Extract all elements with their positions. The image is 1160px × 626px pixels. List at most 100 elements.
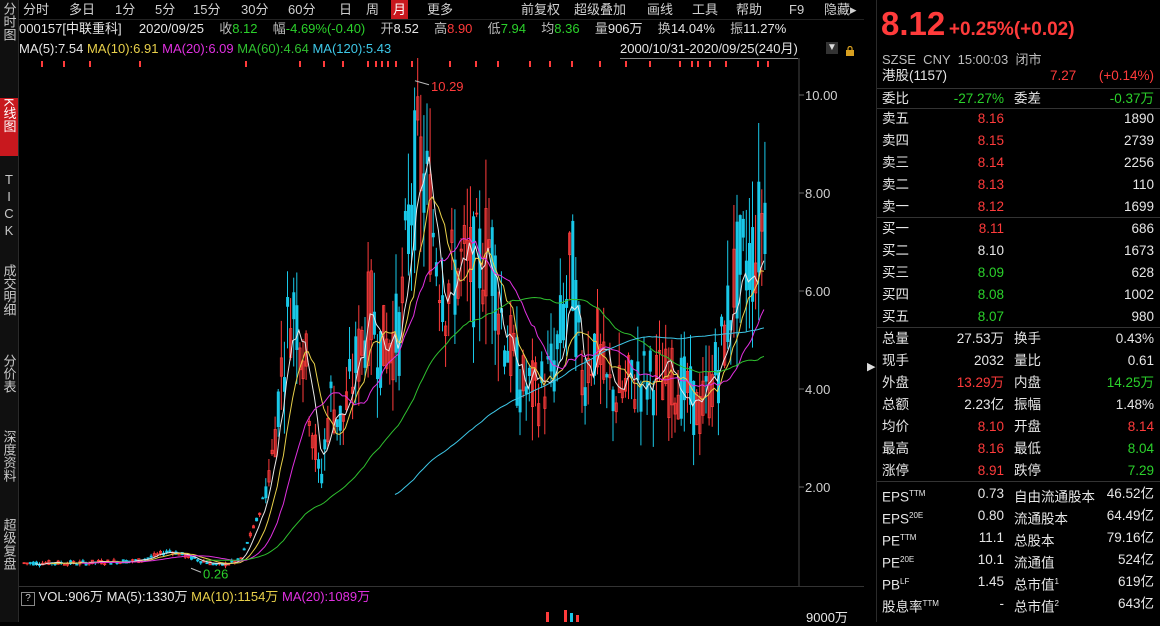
event-marker[interactable]	[375, 61, 377, 67]
event-marker[interactable]	[757, 61, 759, 67]
event-marker[interactable]	[89, 61, 91, 67]
draw-line-button[interactable]: 画线	[647, 0, 673, 19]
event-marker[interactable]	[299, 61, 301, 67]
event-marker[interactable]	[323, 61, 325, 67]
event-marker[interactable]	[549, 61, 551, 67]
max-price-annotation: 10.29	[431, 79, 464, 94]
fund-value: -	[999, 596, 1005, 611]
event-marker[interactable]	[649, 61, 651, 67]
fund-label: 流通股本	[1014, 511, 1068, 527]
tools-button[interactable]: 工具	[692, 0, 718, 19]
tab-super-review[interactable]: 超级复盘	[0, 518, 18, 598]
event-marker[interactable]	[139, 61, 141, 67]
vol-label: 量	[594, 21, 608, 36]
ask-price: 8.13	[977, 177, 1004, 192]
event-marker[interactable]	[571, 61, 573, 67]
period-30min[interactable]: 30分	[241, 0, 268, 19]
tab-trade-detail[interactable]: 成交明细	[0, 264, 18, 340]
event-marker[interactable]	[41, 61, 43, 67]
event-marker[interactable]	[381, 61, 383, 67]
fund-label: 股息率TTM	[882, 599, 939, 615]
event-marker[interactable]	[725, 61, 727, 67]
fund-value: 46.52亿	[1106, 486, 1154, 501]
candle-body	[31, 561, 35, 566]
stat-value: 14.25万	[1106, 375, 1154, 390]
period-more[interactable]: 更多	[427, 0, 453, 19]
bid-row[interactable]: 买一 8.11 686	[882, 218, 1154, 239]
question-icon[interactable]: ?	[21, 592, 35, 606]
event-marker[interactable]	[475, 61, 477, 67]
ask-row[interactable]: 卖二 8.13 110	[882, 174, 1154, 195]
ask-row[interactable]: 卖三 8.14 2256	[882, 152, 1154, 173]
expand-arrow-icon[interactable]: ▶	[867, 360, 875, 373]
ask-row[interactable]: 卖一 8.12 1699	[882, 196, 1154, 217]
ma20-legend: MA(20):6.09	[162, 41, 234, 56]
candle-body	[329, 381, 333, 389]
adjust-button[interactable]: 前复权	[521, 0, 560, 19]
stat-row: 总量 27.53万 换手 0.43%	[882, 328, 1154, 349]
candle-body	[515, 337, 519, 406]
tab-price-table[interactable]: 分价表	[0, 354, 18, 414]
event-marker[interactable]	[625, 61, 627, 67]
help-button[interactable]: 帮助	[736, 0, 762, 19]
price-change: +0.25%(+0.02)	[948, 19, 1075, 40]
ask-volume: 2256	[1123, 155, 1154, 170]
event-marker[interactable]	[63, 61, 65, 67]
period-1min[interactable]: 1分	[115, 0, 135, 19]
period-day[interactable]: 日	[339, 0, 352, 19]
ma60-legend: MA(60):4.64	[237, 41, 309, 56]
candle-body	[320, 473, 324, 484]
kline-chart[interactable]: 10.00 8.00 6.00 4.00 2.00 10.29 0.26	[19, 58, 864, 586]
hk-quote-row[interactable]: 港股(1157) 7.27 (+0.14%)	[882, 65, 1154, 86]
event-marker[interactable]	[709, 61, 711, 67]
price-tick-label: 10.00	[805, 88, 838, 103]
period-multiday[interactable]: 多日	[69, 0, 95, 19]
bid-row[interactable]: 买三 8.09 628	[882, 262, 1154, 283]
event-marker[interactable]	[697, 61, 699, 67]
period-timeshare[interactable]: 分时	[23, 0, 49, 19]
overlay-button[interactable]: 超级叠加	[574, 0, 626, 19]
event-marker[interactable]	[342, 61, 344, 67]
dropdown-icon[interactable]: ▼	[826, 42, 838, 54]
event-marker[interactable]	[367, 61, 369, 67]
date-range[interactable]: 2000/10/31-2020/09/25(240月)	[620, 40, 798, 59]
ask-label: 卖二	[882, 177, 909, 192]
event-marker[interactable]	[767, 61, 769, 67]
period-month[interactable]: 月	[391, 0, 409, 19]
period-15min[interactable]: 15分	[193, 0, 220, 19]
panel-splitter[interactable]: ▶	[866, 0, 876, 622]
event-marker[interactable]	[679, 61, 681, 67]
period-60min[interactable]: 60分	[288, 0, 315, 19]
ma120-legend: MA(120):5.43	[312, 41, 392, 56]
tab-tick[interactable]: TICK	[0, 172, 18, 250]
candle-body	[165, 550, 169, 553]
bid-row[interactable]: 买二 8.10 1673	[882, 240, 1154, 261]
lock-icon[interactable]	[845, 44, 855, 56]
period-week[interactable]: 周	[366, 0, 379, 19]
tab-kline[interactable]: K线图	[0, 98, 18, 156]
low-label: 低	[487, 21, 501, 36]
bid-price: 8.10	[977, 243, 1004, 258]
f9-button[interactable]: F9	[789, 0, 804, 19]
bid-diff-value: -0.37万	[1109, 91, 1154, 106]
hide-button[interactable]: 隐藏▸	[824, 0, 857, 19]
ask-row[interactable]: 卖四 8.15 2739	[882, 130, 1154, 151]
event-marker[interactable]	[387, 61, 389, 67]
event-marker[interactable]	[449, 61, 451, 67]
tab-depth-data[interactable]: 深度资料	[0, 430, 18, 506]
event-marker[interactable]	[599, 61, 601, 67]
event-marker[interactable]	[245, 61, 247, 67]
period-5min[interactable]: 5分	[155, 0, 175, 19]
event-marker[interactable]	[411, 61, 413, 67]
candle-body	[375, 367, 379, 380]
event-marker[interactable]	[497, 61, 499, 67]
event-marker[interactable]	[691, 61, 693, 67]
bid-row[interactable]: 买五 8.07 980	[882, 306, 1154, 327]
bid-row[interactable]: 买四 8.08 1002	[882, 284, 1154, 305]
event-marker[interactable]	[529, 61, 531, 67]
avg-value: 8.36	[554, 21, 580, 36]
event-marker[interactable]	[395, 61, 397, 67]
ask-row[interactable]: 卖五 8.16 1890	[882, 108, 1154, 129]
candle-body	[763, 202, 767, 255]
tab-timeshare[interactable]: 分时图	[0, 2, 18, 54]
